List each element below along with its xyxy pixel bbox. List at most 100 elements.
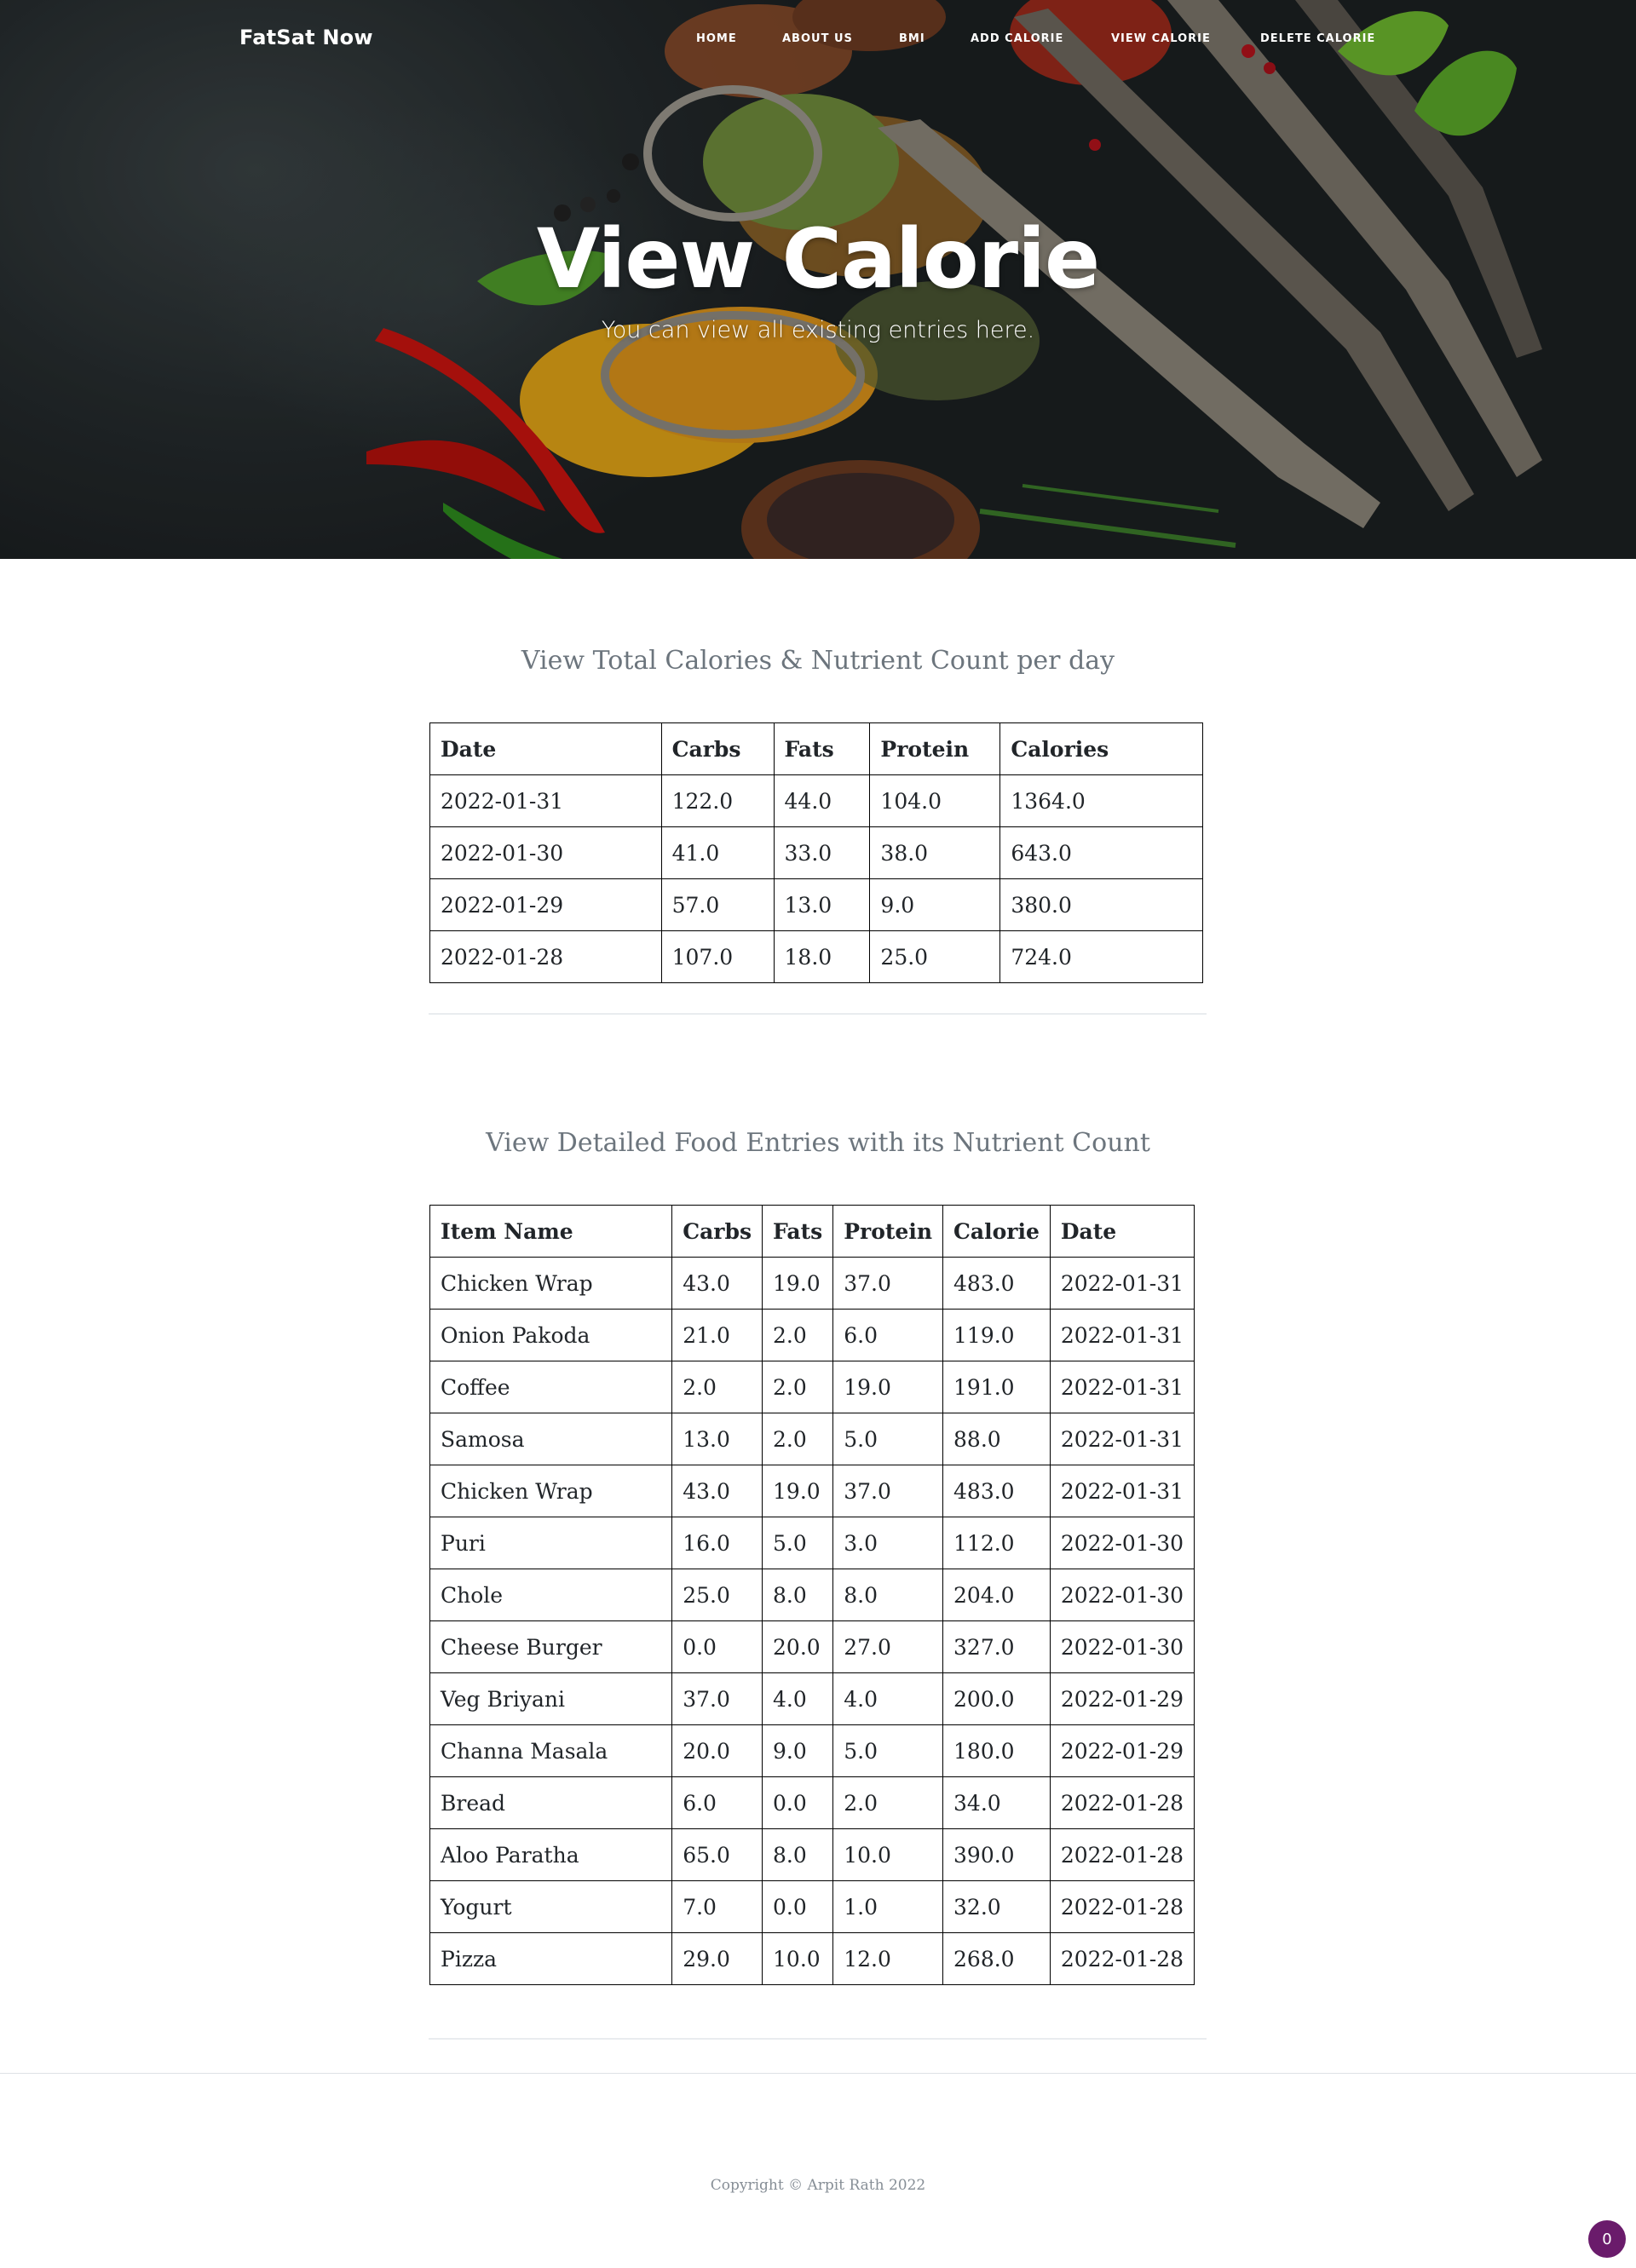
table-cell: 2022-01-30 <box>1049 1569 1195 1621</box>
page-subtitle: You can view all existing entries here. <box>601 317 1035 343</box>
table-cell: 18.0 <box>773 930 871 983</box>
navbar: FatSat Now HOME ABOUT US BMI ADD CALORIE… <box>0 0 1636 82</box>
table-cell: 180.0 <box>942 1724 1051 1777</box>
table-cell: 1364.0 <box>999 774 1203 827</box>
table-cell: 380.0 <box>999 878 1203 931</box>
table-cell: 122.0 <box>660 774 775 827</box>
table-cell: 200.0 <box>942 1672 1051 1725</box>
column-header-protein: Protein <box>832 1205 944 1258</box>
table-cell: 2022-01-29 <box>429 878 662 931</box>
table-cell: 20.0 <box>671 1724 763 1777</box>
table-cell: 37.0 <box>832 1257 944 1310</box>
column-header-date: Date <box>1049 1205 1195 1258</box>
table-row: Yogurt 7.0 0.0 1.0 32.0 2022-01-28 <box>429 1880 1195 1933</box>
table-cell: 9.0 <box>869 878 1001 931</box>
daily-totals-heading: View Total Calories & Nutrient Count per… <box>521 646 1115 676</box>
nav-add-calorie[interactable]: ADD CALORIE <box>971 32 1063 45</box>
table-row: Pizza 29.0 10.0 12.0 268.0 2022-01-28 <box>429 1932 1195 1985</box>
table-cell: 88.0 <box>942 1413 1051 1465</box>
table-row: Puri 16.0 5.0 3.0 112.0 2022-01-30 <box>429 1517 1195 1569</box>
notification-badge[interactable]: 0 <box>1588 2220 1626 2258</box>
table-cell: Samosa <box>429 1413 673 1465</box>
table-cell: 9.0 <box>762 1724 834 1777</box>
table-cell: 2022-01-31 <box>429 774 662 827</box>
table-row: Cheese Burger 0.0 20.0 27.0 327.0 2022-01-30 <box>429 1620 1195 1673</box>
table-cell: 44.0 <box>773 774 871 827</box>
table-cell: Aloo Paratha <box>429 1828 673 1881</box>
copyright-text: Copyright © Arpit Rath 2022 <box>710 2177 926 2194</box>
table-row: Channa Masala 20.0 9.0 5.0 180.0 2022-01-29 <box>429 1724 1195 1777</box>
page-title: View Calorie <box>536 211 1100 307</box>
table-cell: 12.0 <box>832 1932 944 1985</box>
table-cell: 10.0 <box>762 1932 834 1985</box>
nav-about-us[interactable]: ABOUT US <box>782 32 853 45</box>
table-cell: 2.0 <box>832 1776 944 1829</box>
table-cell: 4.0 <box>832 1672 944 1725</box>
table-cell: 20.0 <box>762 1620 834 1673</box>
table-cell: 19.0 <box>762 1257 834 1310</box>
table-cell: 25.0 <box>671 1569 763 1621</box>
section-divider <box>429 2038 1207 2040</box>
table-cell: 2.0 <box>762 1309 834 1361</box>
table-cell: 2022-01-31 <box>1049 1309 1195 1361</box>
column-header-item-name: Item Name <box>429 1205 673 1258</box>
detailed-entries-table: Item Name Carbs Fats Protein Calorie Dat… <box>429 1205 1195 1985</box>
table-cell: 2022-01-28 <box>1049 1776 1195 1829</box>
table-cell: 2022-01-29 <box>1049 1724 1195 1777</box>
table-cell: 5.0 <box>762 1517 834 1569</box>
table-cell: 32.0 <box>942 1880 1051 1933</box>
nav-bmi[interactable]: BMI <box>899 32 925 45</box>
table-cell: 2022-01-31 <box>1049 1413 1195 1465</box>
table-row: 2022-01-31 122.0 44.0 104.0 1364.0 <box>429 774 1203 827</box>
daily-totals-table: Date Carbs Fats Protein Calories 2022-01… <box>429 722 1203 983</box>
table-cell: 191.0 <box>942 1361 1051 1413</box>
column-header-protein: Protein <box>869 722 1001 775</box>
table-cell: 724.0 <box>999 930 1203 983</box>
table-row: 2022-01-28 107.0 18.0 25.0 724.0 <box>429 930 1203 983</box>
detailed-entries-body: Chicken Wrap 43.0 19.0 37.0 483.0 2022-01-31 O… <box>429 1257 1195 1985</box>
table-row: Bread 6.0 0.0 2.0 34.0 2022-01-28 <box>429 1776 1195 1829</box>
table-cell: 104.0 <box>869 774 1001 827</box>
nav-view-calorie[interactable]: VIEW CALORIE <box>1111 32 1211 45</box>
table-cell: 41.0 <box>660 826 775 879</box>
table-cell: 2022-01-31 <box>1049 1465 1195 1517</box>
column-header-date: Date <box>429 722 662 775</box>
table-cell: 19.0 <box>832 1361 944 1413</box>
table-cell: 107.0 <box>660 930 775 983</box>
table-cell: 38.0 <box>869 826 1001 879</box>
table-row: 2022-01-29 57.0 13.0 9.0 380.0 <box>429 878 1203 931</box>
table-cell: Cheese Burger <box>429 1620 673 1673</box>
column-header-carbs: Carbs <box>660 722 775 775</box>
table-cell: 2022-01-30 <box>429 826 662 879</box>
table-cell: 8.0 <box>762 1569 834 1621</box>
table-cell: 2022-01-30 <box>1049 1517 1195 1569</box>
table-cell: Veg Briyani <box>429 1672 673 1725</box>
table-cell: 33.0 <box>773 826 871 879</box>
table-cell: Coffee <box>429 1361 673 1413</box>
table-cell: 21.0 <box>671 1309 763 1361</box>
table-cell: 2022-01-28 <box>1049 1880 1195 1933</box>
table-cell: Puri <box>429 1517 673 1569</box>
table-cell: Bread <box>429 1776 673 1829</box>
table-cell: 483.0 <box>942 1257 1051 1310</box>
table-cell: 25.0 <box>869 930 1001 983</box>
table-cell: 29.0 <box>671 1932 763 1985</box>
table-cell: 119.0 <box>942 1309 1051 1361</box>
table-cell: 1.0 <box>832 1880 944 1933</box>
table-cell: 5.0 <box>832 1413 944 1465</box>
nav-delete-calorie[interactable]: DELETE CALORIE <box>1260 32 1375 45</box>
table-cell: 5.0 <box>832 1724 944 1777</box>
table-cell: 0.0 <box>762 1776 834 1829</box>
table-cell: 0.0 <box>762 1880 834 1933</box>
table-cell: 34.0 <box>942 1776 1051 1829</box>
nav-home[interactable]: HOME <box>696 32 737 45</box>
table-row: Chicken Wrap 43.0 19.0 37.0 483.0 2022-01-31 <box>429 1257 1195 1310</box>
detailed-entries-heading: View Detailed Food Entries with its Nutr… <box>486 1128 1150 1158</box>
table-cell: 2022-01-28 <box>1049 1828 1195 1881</box>
column-header-calories: Calories <box>999 722 1203 775</box>
table-cell: 10.0 <box>832 1828 944 1881</box>
daily-totals-body: 2022-01-31 122.0 44.0 104.0 1364.0 2022-01-30… <box>429 774 1203 983</box>
table-cell: 43.0 <box>671 1465 763 1517</box>
table-cell: 2022-01-28 <box>429 930 662 983</box>
table-cell: Yogurt <box>429 1880 673 1933</box>
